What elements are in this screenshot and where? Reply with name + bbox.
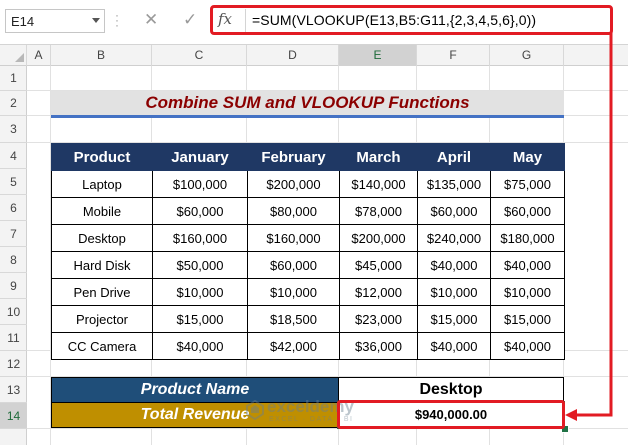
connector-arrow-icon (565, 32, 613, 421)
